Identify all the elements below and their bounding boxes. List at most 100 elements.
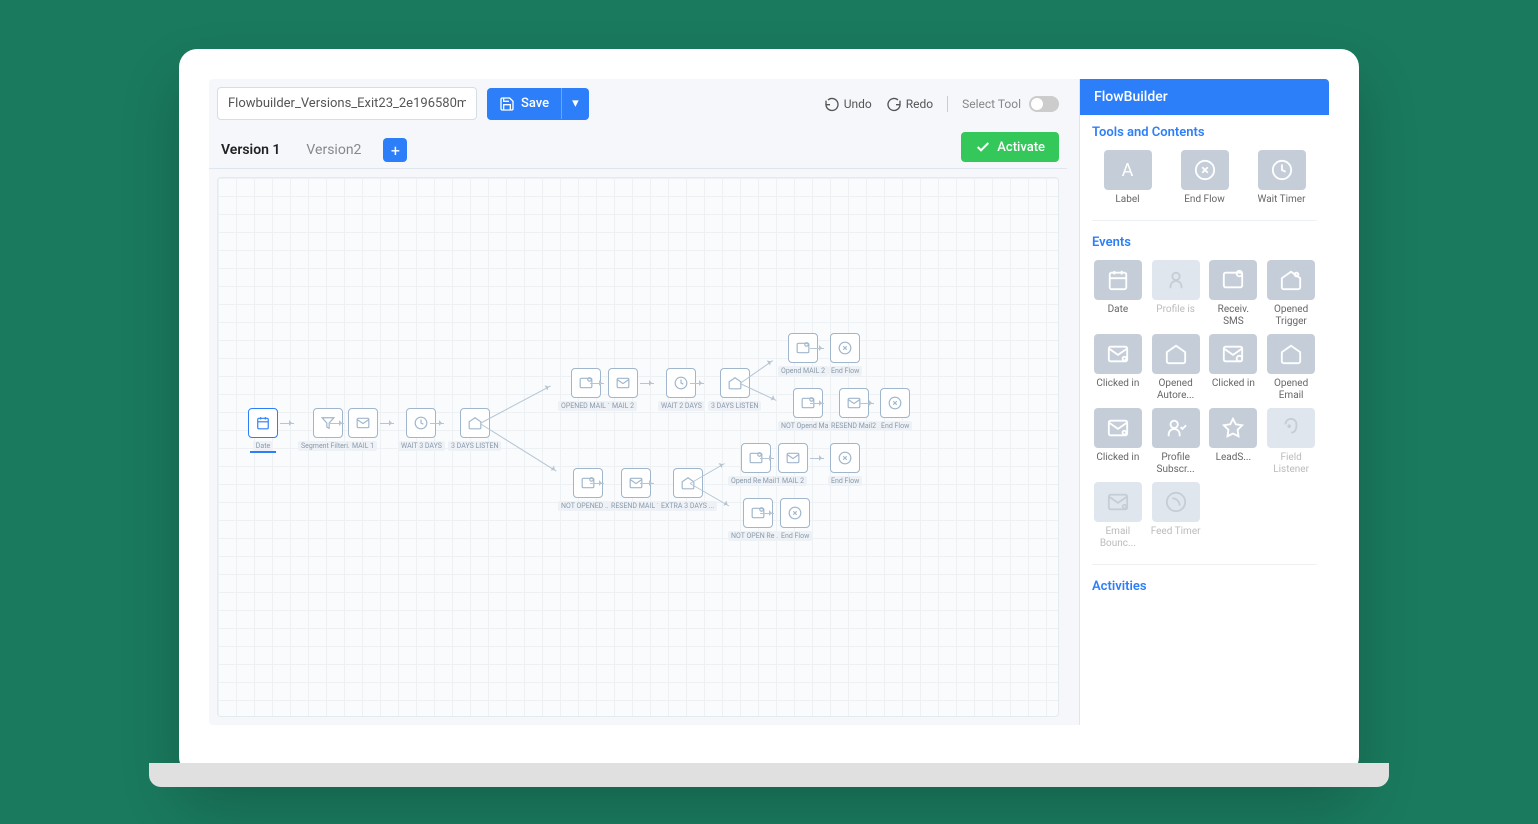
divider — [947, 96, 948, 112]
event-feed-timer[interactable]: Feed Timer — [1150, 482, 1202, 550]
event-opened-email[interactable]: Opened Email — [1265, 334, 1317, 402]
select-tool-label: Select Tool — [962, 97, 1021, 111]
mail-open-icon — [681, 476, 695, 490]
save-dropdown-button[interactable]: ▾ — [561, 88, 589, 119]
mail-open-icon — [1152, 334, 1200, 374]
arrow — [810, 403, 824, 404]
arrow — [480, 386, 551, 424]
app-container: Save ▾ Undo Redo Select Tool Version 1 V… — [209, 79, 1329, 725]
close-circle-icon — [838, 341, 852, 355]
event-clicked-in-1[interactable]: Clicked in — [1092, 334, 1144, 402]
node-wait2[interactable]: WAIT 2 DAYS — [658, 368, 705, 411]
event-leads[interactable]: LeadS... — [1208, 408, 1260, 476]
clock-icon — [674, 376, 688, 390]
close-circle-icon — [788, 506, 802, 520]
close-circle-icon — [838, 451, 852, 465]
event-opened-trigger[interactable]: Opened Trigger — [1265, 260, 1317, 328]
node-resend-m1[interactable]: RESEND MAIL 1 — [608, 468, 664, 511]
tool-label[interactable]: ALabel — [1092, 150, 1163, 206]
node-resend-m2[interactable]: RESEND Mail2 — [828, 388, 879, 431]
event-received-sms[interactable]: Receiv. SMS — [1208, 260, 1260, 328]
mail-icon — [786, 451, 800, 465]
arrow — [810, 348, 824, 349]
rss-clock-icon — [1152, 482, 1200, 522]
node-end4[interactable]: End Flow — [778, 498, 812, 541]
arrow — [380, 423, 394, 424]
add-version-button[interactable]: + — [383, 138, 407, 162]
event-clicked-in-2[interactable]: Clicked in — [1208, 334, 1260, 402]
mail-bounce-icon — [1094, 482, 1142, 522]
tab-version-1[interactable]: Version 1 — [217, 134, 284, 166]
text-icon: A — [1104, 150, 1152, 190]
node-mail2b[interactable]: MAIL 2 — [778, 443, 808, 486]
toggle-icon — [1029, 96, 1059, 112]
sidebar-tools-section: Tools and Contents ALabel End Flow Wait … — [1080, 115, 1329, 216]
clock-icon — [1258, 150, 1306, 190]
laptop-frame: Save ▾ Undo Redo Select Tool Version 1 V… — [179, 49, 1359, 775]
flow-canvas[interactable]: Date Segment Filtering MAIL 1 WAIT 3 DAY… — [217, 177, 1059, 717]
mail-x-icon — [1094, 408, 1142, 448]
event-profile-subscr[interactable]: Profile Subscr... — [1150, 408, 1202, 476]
node-opend-rem1[interactable]: Opend Re Mail1 — [728, 443, 783, 486]
save-icon — [499, 96, 515, 112]
flow-title-input[interactable] — [217, 87, 477, 120]
select-tool-toggle[interactable]: Select Tool — [962, 96, 1059, 112]
arrow — [330, 423, 344, 424]
event-field-listener[interactable]: Field Listener — [1265, 408, 1317, 476]
node-date[interactable]: Date — [248, 408, 278, 451]
event-profile-is[interactable]: Profile is — [1150, 260, 1202, 328]
undo-button[interactable]: Undo — [824, 96, 872, 112]
arrow — [760, 513, 774, 514]
event-opened-autore[interactable]: Opened Autore... — [1150, 334, 1202, 402]
arrow — [640, 483, 654, 484]
node-end2[interactable]: End Flow — [878, 388, 912, 431]
save-label: Save — [521, 96, 549, 111]
calendar-icon — [1094, 260, 1142, 300]
node-opened-m1[interactable]: OPENED MAIL 1 — [558, 368, 615, 411]
tab-version-2[interactable]: Version2 — [302, 134, 365, 166]
node-end1[interactable]: End Flow — [828, 333, 862, 376]
user-check-icon — [1152, 408, 1200, 448]
tool-end-flow[interactable]: End Flow — [1169, 150, 1240, 206]
node-end3[interactable]: End Flow — [828, 443, 862, 486]
redo-label: Redo — [906, 97, 933, 111]
node-extra3[interactable]: EXTRA 3 DAYS ... — [658, 468, 717, 511]
undo-label: Undo — [844, 97, 872, 111]
toolbar: Save ▾ Undo Redo Select Tool — [209, 79, 1067, 128]
event-email-bounc[interactable]: Email Bounc... — [1092, 482, 1144, 550]
arrow — [280, 423, 294, 424]
sidebar-events-section: Events Date Profile is Receiv. SMS Opene… — [1080, 225, 1329, 560]
calendar-icon — [256, 416, 270, 430]
tool-wait-timer[interactable]: Wait Timer — [1246, 150, 1317, 206]
event-date[interactable]: Date — [1092, 260, 1144, 328]
mail-gear-icon — [1094, 334, 1142, 374]
section-title-activities: Activities — [1092, 579, 1317, 594]
sidebar: FlowBuilder Tools and Contents ALabel En… — [1079, 79, 1329, 725]
mail-icon — [847, 396, 861, 410]
node-mail1[interactable]: MAIL 1 — [348, 408, 378, 451]
node-mail2[interactable]: MAIL 2 — [608, 368, 638, 411]
activate-button[interactable]: Activate — [961, 132, 1059, 162]
mail-check-icon — [796, 341, 810, 355]
sidebar-header: FlowBuilder — [1080, 79, 1329, 115]
divider — [1092, 220, 1317, 221]
save-button[interactable]: Save — [487, 88, 561, 120]
ear-icon — [1267, 408, 1315, 448]
arrow — [640, 383, 654, 384]
event-clicked-in-3[interactable]: Clicked in — [1092, 408, 1144, 476]
arrow — [590, 383, 604, 384]
divider — [1092, 564, 1317, 565]
mail-clock-icon — [1209, 334, 1257, 374]
redo-button[interactable]: Redo — [886, 96, 933, 112]
undo-redo-group: Undo Redo Select Tool — [824, 96, 1059, 112]
mail-open-gear-icon — [1267, 260, 1315, 300]
arrow — [430, 423, 444, 424]
arrow — [690, 383, 704, 384]
node-wait3[interactable]: WAIT 3 DAYS — [398, 408, 445, 451]
check-icon — [975, 139, 991, 155]
user-icon — [1152, 260, 1200, 300]
section-title-tools: Tools and Contents — [1092, 125, 1317, 140]
clock-icon — [414, 416, 428, 430]
arrow — [860, 403, 874, 404]
node-opend-m2[interactable]: Opend MAIL 2 — [778, 333, 828, 376]
